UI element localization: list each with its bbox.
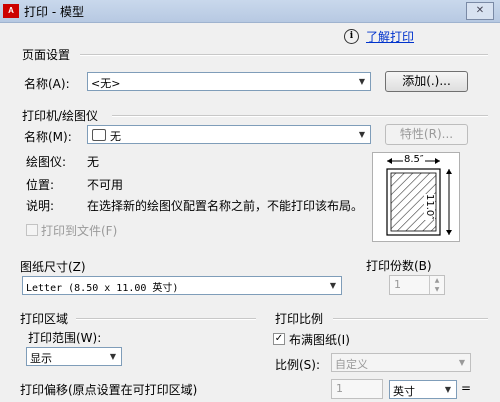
close-icon[interactable]: ✕ <box>466 2 494 20</box>
print-to-file-checkbox[interactable] <box>26 224 38 236</box>
printer-name-select[interactable]: 无 ▼ <box>87 125 371 144</box>
info-icon[interactable]: i <box>344 29 359 44</box>
plot-scale-divider <box>333 318 488 320</box>
preview-height-label: 11.0″ <box>424 194 435 221</box>
equals-sign: = <box>461 381 472 395</box>
plot-area-title: 打印区域 <box>20 312 69 326</box>
print-to-file-label: 打印到文件(F) <box>41 224 118 238</box>
scale-label: 比例(S): <box>275 358 321 372</box>
location-value: 不可用 <box>87 178 124 192</box>
plot-area-divider <box>76 318 256 320</box>
scale-amount-field[interactable]: 1 <box>331 379 383 399</box>
plotter-value: 无 <box>87 155 100 169</box>
add-page-setup-button[interactable]: 添加(.)... <box>385 71 468 92</box>
printer-name-value: 无 <box>110 130 121 143</box>
printer-divider <box>112 115 488 117</box>
title-bar: A 打印 - 模型 ✕ <box>0 0 500 23</box>
copies-title: 打印份数(B) <box>366 259 432 273</box>
paper-size-value: Letter (8.50 x 11.00 英寸) <box>26 283 179 294</box>
location-label: 位置: <box>26 178 55 192</box>
chevron-down-icon: ▼ <box>329 281 337 290</box>
page-setup-name-label: 名称(A): <box>24 77 70 91</box>
plot-scale-title: 打印比例 <box>275 312 324 326</box>
window-title: 打印 - 模型 <box>24 5 84 19</box>
paper-preview: 8.5″ 11.0″ <box>372 152 460 242</box>
fit-to-paper-checkbox[interactable]: ✓ <box>273 333 285 345</box>
plot-range-label: 打印范围(W): <box>28 331 102 345</box>
plotter-label: 绘图仪: <box>26 155 67 169</box>
fit-to-paper-label: 布满图纸(I) <box>289 333 350 347</box>
plot-offset-title: 打印偏移(原点设置在可打印区域) <box>20 383 198 397</box>
scale-amount-value: 1 <box>336 382 343 395</box>
paper-preview-drawing <box>386 158 452 236</box>
chevron-down-icon: ▼ <box>109 352 117 361</box>
page-setup-name-value: <无> <box>91 77 121 90</box>
description-value: 在选择新的绘图仪配置名称之前，不能打印该布局。 <box>87 199 364 213</box>
scale-value: 自定义 <box>335 358 368 371</box>
paper-size-title: 图纸尺寸(Z) <box>20 260 86 274</box>
printer-name-label: 名称(M): <box>24 130 72 144</box>
plot-range-value: 显示 <box>30 352 52 365</box>
plot-range-select[interactable]: 显示 ▼ <box>26 347 122 366</box>
paper-size-select[interactable]: Letter (8.50 x 11.00 英寸) ▼ <box>22 276 342 295</box>
learn-printing-link[interactable]: 了解打印 <box>366 28 414 45</box>
spin-up-icon[interactable]: ▲ <box>430 276 444 285</box>
chevron-down-icon: ▼ <box>458 358 466 367</box>
chevron-down-icon: ▼ <box>444 385 452 394</box>
autocad-app-icon: A <box>3 4 19 18</box>
scale-unit-select[interactable]: 英寸 ▼ <box>389 380 457 399</box>
copies-value: 1 <box>394 278 401 291</box>
page-setup-name-select[interactable]: <无> ▼ <box>87 72 371 91</box>
scale-unit-value: 英寸 <box>393 385 415 398</box>
description-label: 说明: <box>26 199 55 213</box>
copies-stepper[interactable]: 1 ▲ ▼ <box>389 275 445 295</box>
printer-title: 打印机/绘图仪 <box>22 109 99 123</box>
chevron-down-icon: ▼ <box>358 77 366 86</box>
chevron-down-icon: ▼ <box>358 130 366 139</box>
scale-select[interactable]: 自定义 ▼ <box>331 353 471 372</box>
page-setup-title: 页面设置 <box>22 48 71 62</box>
printer-properties-button[interactable]: 特性(R)... <box>385 124 468 145</box>
spin-down-icon[interactable]: ▼ <box>430 285 444 294</box>
page-setup-divider <box>80 54 488 56</box>
preview-width-label: 8.5″ <box>403 154 425 165</box>
printer-icon <box>92 129 106 141</box>
